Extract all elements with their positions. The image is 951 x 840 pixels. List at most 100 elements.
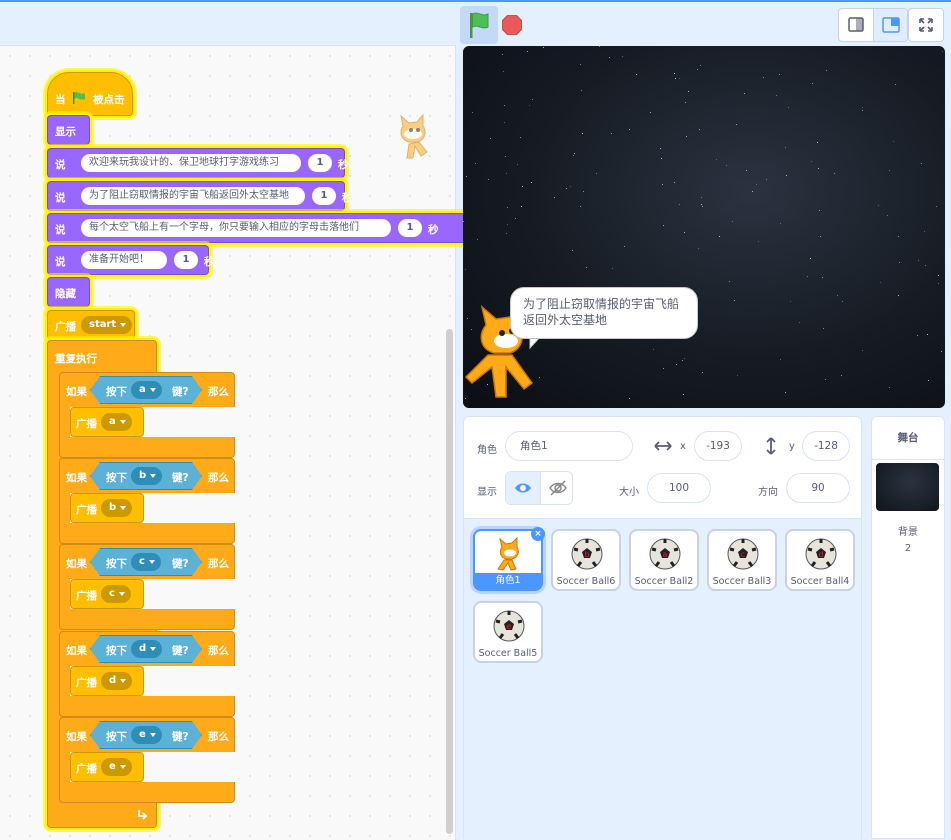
broadcast-block[interactable]: 广播 b — [70, 493, 144, 523]
say-secs-input[interactable]: 1 — [398, 219, 422, 237]
star — [940, 351, 942, 353]
star — [888, 387, 890, 389]
star — [897, 294, 899, 296]
horizontal-arrow-icon — [654, 441, 672, 451]
star — [938, 283, 940, 285]
star — [663, 367, 665, 369]
star — [579, 64, 581, 66]
star — [506, 207, 508, 209]
say-text-input[interactable]: 欢迎来玩我设计的、保卫地球打字游戏练习 — [81, 154, 301, 172]
when-flag-clicked-block[interactable]: 当 被点击 — [47, 72, 133, 116]
key-dropdown[interactable]: c — [131, 553, 161, 571]
star — [765, 179, 767, 181]
say-for-secs-block[interactable]: 说 每个太空飞船上有一个字母，你只要输入相应的字母击落他们 1 秒 — [47, 213, 492, 243]
say-text-input[interactable]: 准备开始吧！ — [81, 251, 167, 269]
if-then-block[interactable]: 如果 按下 c 键? 那么 广播 c — [59, 544, 236, 630]
broadcast-block[interactable]: 广播 a — [70, 407, 144, 437]
star — [673, 181, 675, 183]
say-for-secs-block[interactable]: 说 为了阻止窃取情报的宇宙飞船返回外太空基地 1 秒 — [47, 181, 353, 211]
say-label: 说 — [55, 159, 66, 171]
direction-field[interactable]: 90 — [786, 473, 850, 503]
say-text-input[interactable]: 为了阻止窃取情报的宇宙飞船返回外太空基地 — [81, 187, 305, 205]
star — [861, 106, 863, 108]
delete-sprite-button[interactable]: × — [531, 527, 545, 541]
broadcast-block[interactable]: 广播 d — [70, 666, 144, 696]
stop-button[interactable] — [501, 14, 523, 36]
loop-arrow-icon — [138, 810, 148, 820]
if-then-block[interactable]: 如果 按下 e 键? 那么 广播 e — [59, 717, 236, 803]
sprite-tile-name: Soccer Ball4 — [790, 576, 850, 587]
key-dropdown[interactable]: e — [131, 726, 162, 744]
fullscreen-icon — [919, 18, 933, 32]
key-pressed-pre-label: 按下 — [106, 472, 127, 484]
broadcast-message-dropdown[interactable]: start — [81, 316, 133, 334]
then-label: 那么 — [208, 386, 229, 398]
broadcast-message-dropdown[interactable]: c — [101, 585, 131, 603]
say-secs-input[interactable]: 1 — [312, 187, 336, 205]
broadcast-message-dropdown[interactable]: d — [101, 672, 133, 690]
star — [580, 205, 582, 207]
star — [585, 267, 587, 269]
key-dropdown[interactable]: a — [131, 381, 162, 399]
broadcast-message-dropdown[interactable]: a — [101, 413, 132, 431]
star — [810, 257, 812, 259]
sprite-tile[interactable]: c Soccer Ball3 — [707, 529, 777, 591]
say-secs-input[interactable]: 1 — [174, 251, 198, 269]
backdrops-label: 背景 — [898, 527, 918, 538]
hide-block[interactable]: 隐藏 — [47, 277, 90, 307]
star — [570, 186, 572, 188]
broadcast-message-dropdown[interactable]: b — [101, 499, 133, 517]
star — [566, 187, 568, 189]
broadcast-block[interactable]: 广播 e — [70, 752, 144, 782]
svg-text:e: e — [507, 622, 512, 631]
then-label: 那么 — [208, 472, 229, 484]
soccer-ball-icon: b — [571, 538, 603, 570]
if-then-block[interactable]: 如果 按下 a 键? 那么 广播 a — [59, 372, 236, 458]
say-secs-input[interactable]: 1 — [308, 154, 332, 172]
sprite-tile[interactable]: d Soccer Ball4 — [785, 529, 855, 591]
show-visible-button[interactable] — [506, 472, 540, 504]
hide-invisible-button[interactable] — [540, 472, 572, 504]
backdrop-thumbnail[interactable] — [876, 463, 939, 511]
key-pressed-pre-label: 按下 — [106, 645, 127, 657]
workspace-scrollbar[interactable] — [446, 329, 453, 834]
y-field[interactable]: -128 — [802, 431, 850, 461]
key-pressed-pre-label: 按下 — [106, 386, 127, 398]
broadcast-start-block[interactable]: 广播 start — [47, 310, 135, 340]
sprite-name-label: 角色 — [477, 445, 497, 456]
stage-selector-panel[interactable]: 舞台 背景 2 — [871, 416, 945, 839]
say-for-secs-block[interactable]: 说 准备开始吧！ 1 秒 — [47, 245, 215, 275]
star — [685, 102, 687, 104]
sprite-tile[interactable]: e Soccer Ball5 — [473, 601, 543, 663]
hat-clicked-label: 被点击 — [93, 94, 125, 106]
star — [684, 357, 686, 359]
if-then-block[interactable]: 如果 按下 d 键? 那么 广播 d — [59, 631, 236, 717]
star — [923, 231, 925, 233]
green-flag-button[interactable] — [460, 6, 498, 44]
say-for-secs-block[interactable]: 说 欢迎来玩我设计的、保卫地球打字游戏练习 1 秒 — [47, 148, 349, 178]
broadcast-message-dropdown[interactable]: e — [101, 758, 132, 776]
broadcast-block[interactable]: 广播 c — [70, 579, 144, 609]
small-stage-button[interactable] — [839, 9, 873, 41]
x-field[interactable]: -193 — [694, 431, 742, 461]
sprite-tile-name: Soccer Ball2 — [634, 576, 694, 587]
star — [729, 280, 731, 282]
size-field[interactable]: 100 — [647, 473, 711, 503]
key-dropdown[interactable]: d — [131, 640, 163, 658]
sprite-tile[interactable]: × 角色1 — [473, 527, 545, 591]
sprite-tile[interactable]: b Soccer Ball6 — [551, 529, 621, 591]
star — [790, 300, 792, 302]
star — [887, 215, 889, 217]
say-text-input[interactable]: 每个太空飞船上有一个字母，你只要输入相应的字母击落他们 — [81, 219, 391, 237]
stage-header — [0, 2, 951, 44]
normal-stage-button[interactable] — [873, 9, 907, 41]
fullscreen-button[interactable] — [908, 8, 944, 42]
show-block[interactable]: 显示 — [47, 115, 90, 145]
if-then-block[interactable]: 如果 按下 b 键? 那么 广播 b — [59, 458, 236, 544]
show-toggle-label: 显示 — [477, 487, 497, 498]
sprite-tile[interactable]: a Soccer Ball2 — [629, 529, 699, 591]
key-dropdown[interactable]: b — [131, 467, 163, 485]
sprite-name-field[interactable]: 角色1 — [505, 431, 633, 461]
svg-text:b: b — [584, 550, 589, 559]
star — [624, 246, 626, 248]
